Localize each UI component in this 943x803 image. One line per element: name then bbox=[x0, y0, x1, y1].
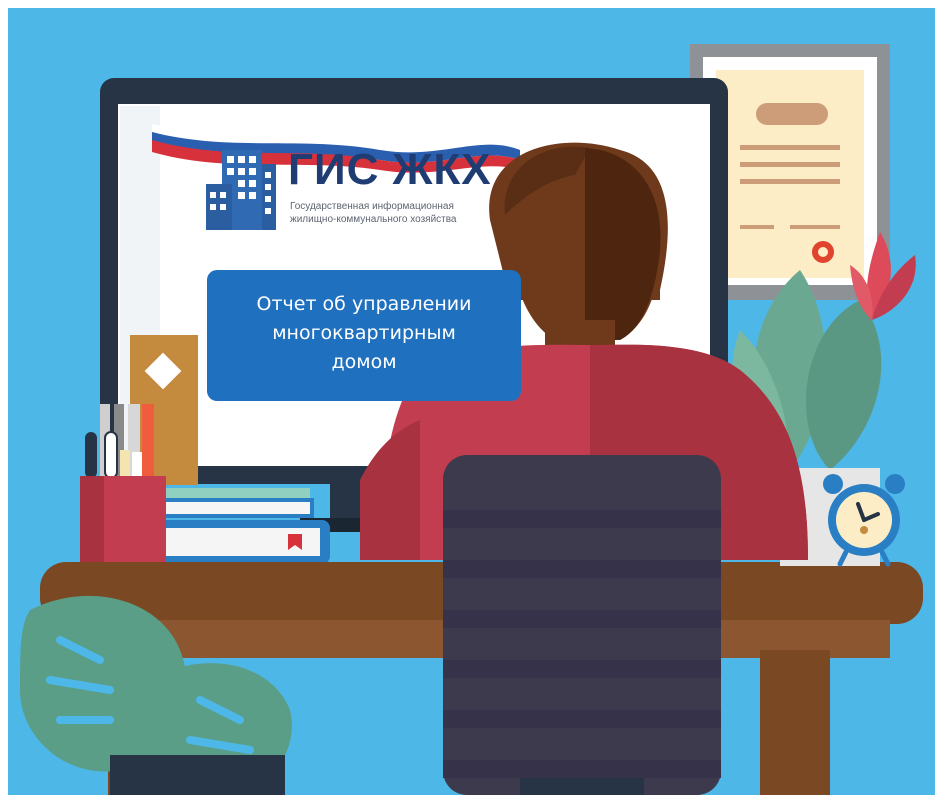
report-button-label-line: многоквартирным bbox=[272, 322, 456, 344]
logo-subtitle-line: Государственная информационная bbox=[290, 201, 454, 212]
office-illustration bbox=[0, 0, 943, 803]
report-button[interactable]: Отчет об управлении многоквартирным домо… bbox=[207, 270, 521, 401]
logo-title: ГИС ЖКХ bbox=[288, 145, 492, 194]
logo-subtitle-line: жилищно-коммунального хозяйства bbox=[290, 214, 457, 225]
report-button-label-line: домом bbox=[331, 351, 397, 373]
office-chair bbox=[443, 455, 721, 795]
logo-subtitle: Государственная информационная жилищно-к… bbox=[290, 200, 508, 226]
report-button-label-line: Отчет об управлении bbox=[256, 293, 472, 315]
